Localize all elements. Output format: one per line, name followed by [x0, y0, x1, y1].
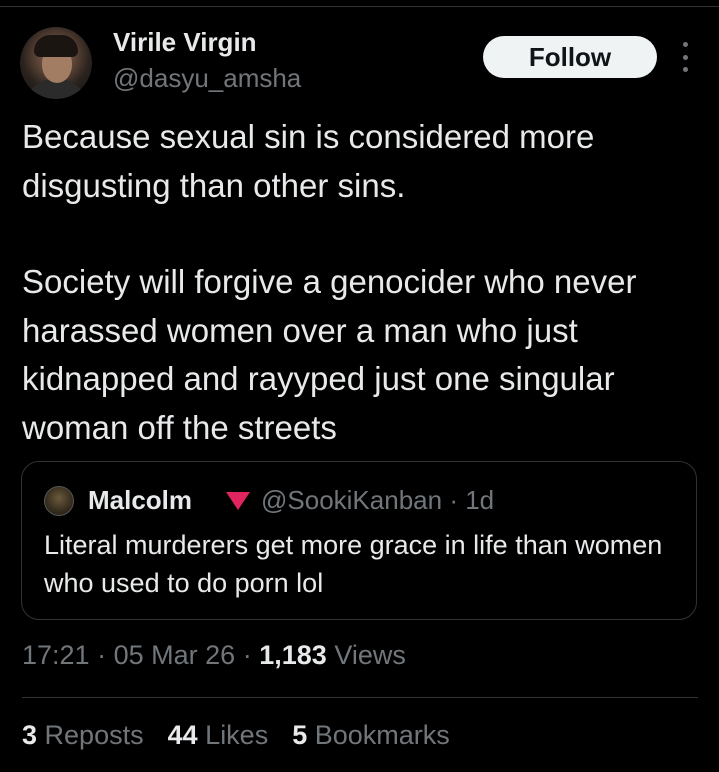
reposts-stat[interactable]: 3 Reposts	[22, 720, 144, 751]
tweet-date[interactable]: 05 Mar 26	[114, 640, 236, 670]
tweet-time[interactable]: 17:21	[22, 640, 90, 670]
red-triangle-icon	[226, 492, 250, 510]
author-display-name[interactable]: Virile Virgin	[113, 27, 257, 58]
quoted-author-name: Malcolm	[88, 485, 193, 515]
quoted-author-meta: @SookiKanban · 1d	[261, 485, 494, 516]
likes-stat[interactable]: 44 Likes	[168, 720, 269, 751]
author-avatar[interactable]	[20, 27, 92, 99]
quoted-meta-separator: ·	[449, 485, 458, 515]
quoted-author-handle: @SookiKanban	[261, 485, 443, 515]
author-handle[interactable]: @dasyu_amsha	[113, 63, 301, 94]
date-separator: ·	[242, 640, 252, 670]
tweet-timestamp-row: 17:21 · 05 Mar 26 · 1,183 Views	[22, 640, 406, 671]
bookmarks-stat[interactable]: 5 Bookmarks	[292, 720, 450, 751]
reposts-label: Reposts	[44, 720, 144, 750]
avatar-hair	[34, 35, 78, 57]
more-options-icon[interactable]	[675, 42, 695, 72]
views-label: Views	[334, 640, 406, 670]
quoted-tweet-text: Literal murderers get more grace in life…	[44, 530, 663, 598]
time-separator: ·	[97, 640, 107, 670]
likes-label: Likes	[205, 720, 269, 750]
reposts-count: 3	[22, 720, 38, 750]
likes-count: 44	[167, 720, 198, 750]
stats-divider	[22, 697, 698, 698]
bookmarks-count: 5	[292, 720, 308, 750]
quoted-tweet-card[interactable]: Malcolm @SookiKanban · 1d Literal murder…	[21, 461, 697, 620]
engagement-stats: 3 Reposts 44 Likes 5 Bookmarks	[22, 720, 450, 751]
tweet-text: Because sexual sin is considered more di…	[22, 113, 712, 452]
bookmarks-label: Bookmarks	[314, 720, 450, 750]
quoted-tweet-age: 1d	[465, 485, 495, 515]
tweet-paragraph-1: Because sexual sin is considered more di…	[22, 118, 595, 204]
quoted-author-avatar	[44, 486, 74, 516]
follow-button[interactable]: Follow	[483, 36, 657, 78]
tweet-paragraph-2: Society will forgive a genocider who nev…	[22, 263, 637, 446]
views-count: 1,183	[259, 640, 327, 670]
top-divider	[0, 6, 719, 7]
